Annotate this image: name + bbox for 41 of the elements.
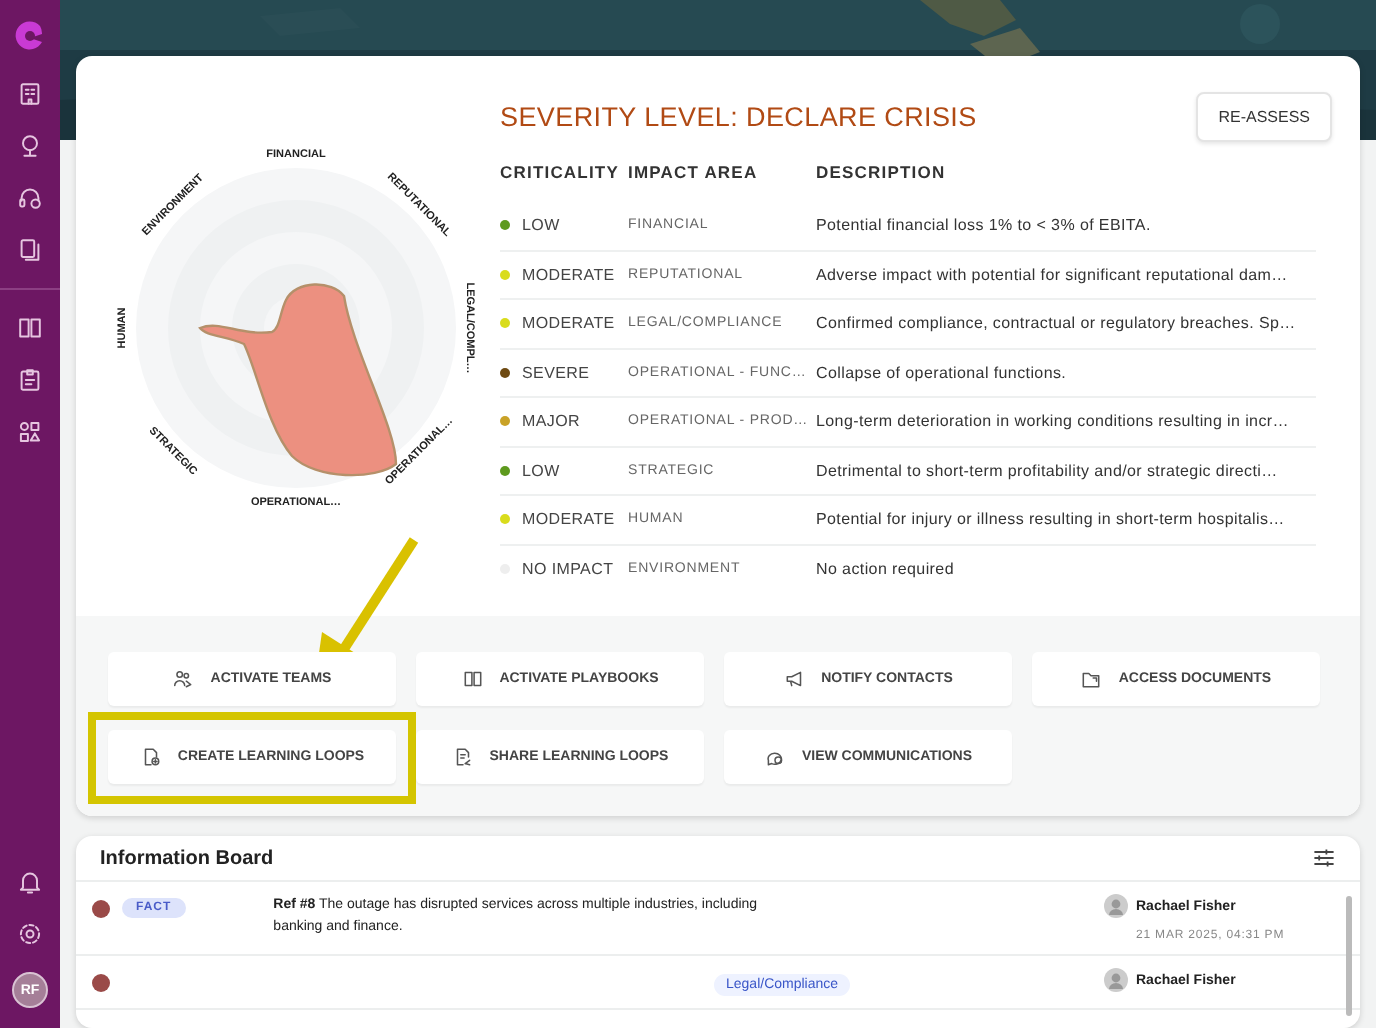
book-icon: [461, 668, 484, 690]
table-cell: Potential for injury or illness resulting in short-term hospitalis…: [816, 495, 1316, 544]
document-add-icon: [139, 746, 162, 768]
avatar-icon: [1104, 894, 1128, 918]
column-header: IMPACT AREA: [628, 160, 760, 186]
column-header: DESCRIPTION: [816, 160, 948, 186]
bell-icon: [16, 868, 44, 896]
criticality-text: LOW: [522, 461, 560, 480]
table-cell: Adverse impact with potential for significant reputational dam…: [816, 250, 1316, 299]
building-icon: [16, 80, 44, 108]
criticality-text: NO IMPACT: [522, 559, 614, 578]
document-share-icon: [451, 746, 474, 768]
criticality-text: SEVERE: [522, 363, 590, 382]
table-cell: No action required: [816, 544, 1316, 592]
people-icon: [172, 668, 195, 690]
folder-icon: [1080, 668, 1103, 690]
table-cell: Confirmed compliance, contractual or regulatory breaches. Sp…: [816, 299, 1316, 348]
settings-icon: [16, 920, 44, 948]
column-header: CRITICALITY: [500, 160, 621, 186]
table-cell: Potential financial loss 1% to < 3% of EBITA.: [816, 202, 1316, 250]
board-title: Information Board: [100, 847, 274, 869]
filter-icon[interactable]: [1312, 846, 1336, 870]
avatar-icon: [1104, 968, 1128, 992]
criticality-text: LOW: [522, 216, 560, 235]
severity-title: SEVERITY LEVEL: DECLARE CRISIS: [500, 102, 977, 132]
criticality-text: MODERATE: [522, 510, 615, 529]
table-cell: Collapse of operational functions.: [816, 348, 1316, 397]
table-cell: Detrimental to short-term profitability and/or strategic directi…: [816, 446, 1316, 495]
criticality-text: MAJOR: [522, 412, 580, 431]
chat-icon: [763, 746, 786, 768]
criticality-text: MODERATE: [522, 265, 615, 284]
documents-icon: [16, 236, 44, 264]
headset-icon: [16, 184, 44, 212]
table-cell: Long-term deterioration in working conditions resulting in incr…: [816, 397, 1316, 446]
megaphone-icon: [783, 668, 806, 690]
reassess-button[interactable]: RE-ASSESS: [1196, 92, 1332, 142]
book-icon: [16, 314, 44, 342]
criticality-text: MODERATE: [522, 314, 615, 333]
location-pin-icon: [16, 132, 44, 160]
clipboard-icon: [16, 366, 44, 394]
shapes-icon: [16, 418, 44, 446]
